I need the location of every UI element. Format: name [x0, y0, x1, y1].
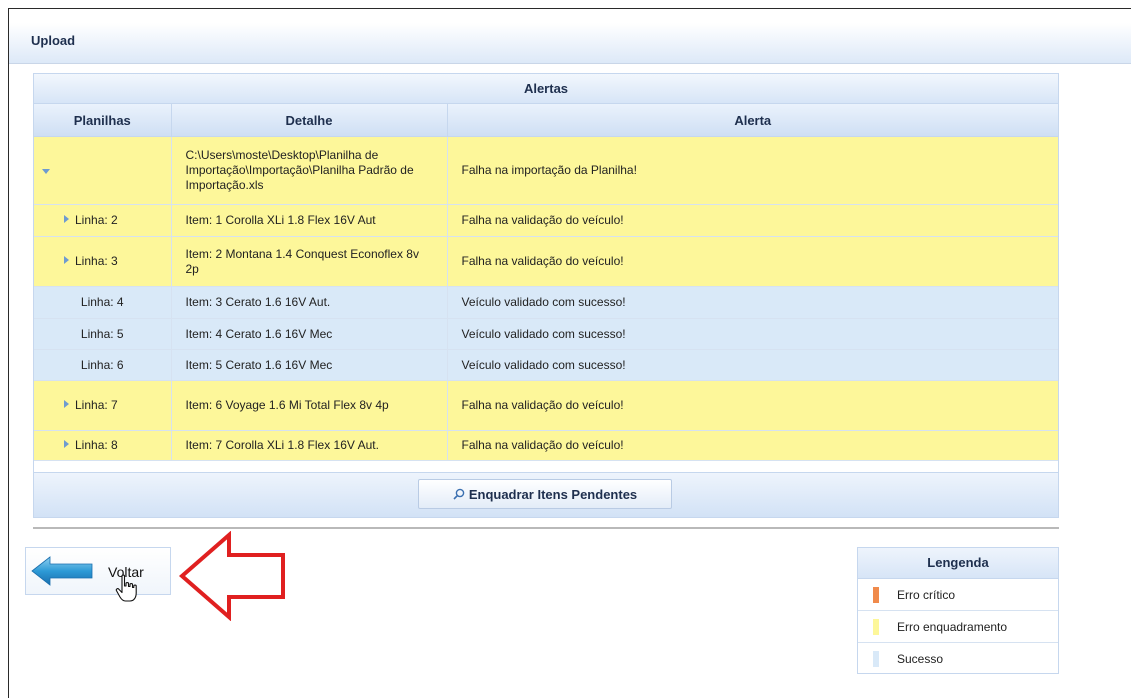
legend-item-label: Sucesso — [897, 651, 944, 666]
chevron-right-icon[interactable] — [64, 215, 69, 223]
cell-detail: Item: 4 Cerato 1.6 16V Mec — [171, 318, 448, 350]
cell-alert: Falha na validação do veículo! — [447, 430, 1058, 461]
legend-panel: Lengenda Erro crítico Erro enquadramento… — [857, 547, 1059, 674]
cell-sheet-label: Linha: 2 — [75, 213, 118, 227]
cell-sheet: Linha: 5 — [34, 318, 172, 350]
cell-detail: Item: 1 Corolla XLi 1.8 Flex 16V Aut — [171, 204, 448, 237]
cell-detail: Item: 7 Corolla XLi 1.8 Flex 16V Aut. — [171, 430, 448, 461]
search-icon — [453, 488, 465, 500]
enquadrar-button-label: Enquadrar Itens Pendentes — [468, 486, 638, 502]
legend-swatch-enquadramento — [873, 618, 879, 635]
table-row[interactable]: Linha: 4 Item: 3 Cerato 1.6 16V Aut. Veí… — [34, 286, 1058, 319]
back-arrow-icon — [31, 556, 93, 586]
row-expand-toggle[interactable] — [34, 136, 172, 205]
cell-alert: Falha na validação do veículo! — [447, 204, 1058, 237]
cell-sheet[interactable]: Linha: 3 — [34, 236, 172, 287]
cell-alert: Falha na validação do veículo! — [447, 236, 1058, 287]
header-bar — [9, 23, 1131, 64]
cell-alert: Veículo validado com sucesso! — [447, 349, 1058, 381]
legend-item: Sucesso — [858, 643, 1058, 674]
legend-title: Lengenda — [858, 548, 1058, 579]
legend-swatch-sucesso — [873, 650, 879, 667]
alerts-table: Planilhas Detalhe Alerta C:\Users\moste\… — [34, 104, 1058, 461]
cell-alert: Falha na importação da Planilha! — [447, 136, 1058, 205]
table-row[interactable]: C:\Users\moste\Desktop\Planilha de Impor… — [34, 136, 1058, 205]
cell-sheet-label: Linha: 8 — [75, 438, 118, 452]
cell-detail: Item: 6 Voyage 1.6 Mi Total Flex 8v 4p — [171, 380, 448, 431]
cell-detail: Item: 3 Cerato 1.6 16V Aut. — [171, 286, 448, 319]
cell-sheet[interactable]: Linha: 8 — [34, 430, 172, 461]
chevron-right-icon[interactable] — [64, 256, 69, 264]
cell-detail: Item: 2 Montana 1.4 Conquest Econoflex 8… — [171, 236, 448, 287]
legend-item-label: Erro crítico — [897, 587, 956, 602]
column-header-planilhas[interactable]: Planilhas — [34, 104, 172, 137]
table-row[interactable]: Linha: 7 Item: 6 Voyage 1.6 Mi Total Fle… — [34, 380, 1058, 431]
table-row[interactable]: Linha: 5 Item: 4 Cerato 1.6 16V Mec Veíc… — [34, 318, 1058, 350]
legend-item-label: Erro enquadramento — [897, 619, 1008, 634]
table-row[interactable]: Linha: 6 Item: 5 Cerato 1.6 16V Mec Veíc… — [34, 349, 1058, 381]
chevron-right-icon[interactable] — [64, 440, 69, 448]
app-window: Upload Alertas Planilhas Detalhe Alerta — [8, 8, 1131, 698]
cell-detail: C:\Users\moste\Desktop\Planilha de Impor… — [171, 136, 448, 205]
column-header-alerta[interactable]: Alerta — [447, 104, 1058, 137]
table-row[interactable]: Linha: 2 Item: 1 Corolla XLi 1.8 Flex 16… — [34, 204, 1058, 237]
table-row[interactable]: Linha: 8 Item: 7 Corolla XLi 1.8 Flex 16… — [34, 430, 1058, 461]
cell-detail: Item: 5 Cerato 1.6 16V Mec — [171, 349, 448, 381]
cell-sheet: Linha: 6 — [34, 349, 172, 381]
chevron-right-icon[interactable] — [64, 400, 69, 408]
annotation-arrow-icon — [178, 531, 285, 621]
cell-alert: Veículo validado com sucesso! — [447, 286, 1058, 319]
cell-alert: Falha na validação do veículo! — [447, 380, 1058, 431]
alerts-panel-footer: Enquadrar Itens Pendentes — [34, 472, 1058, 517]
legend-swatch-critical — [873, 586, 879, 603]
chevron-down-icon[interactable] — [42, 169, 50, 174]
cell-sheet[interactable]: Linha: 7 — [34, 380, 172, 431]
column-header-detalhe[interactable]: Detalhe — [171, 104, 448, 137]
cell-sheet: Linha: 4 — [34, 286, 172, 319]
voltar-button[interactable]: Voltar — [25, 547, 171, 602]
section-divider — [33, 527, 1059, 529]
alerts-panel: Alertas Planilhas Detalhe Alerta C:\User… — [33, 73, 1059, 518]
cell-alert: Veículo validado com sucesso! — [447, 318, 1058, 350]
legend-item: Erro enquadramento — [858, 611, 1058, 643]
hand-cursor-icon — [115, 574, 137, 602]
enquadrar-itens-pendentes-button[interactable]: Enquadrar Itens Pendentes — [418, 479, 672, 509]
alerts-panel-title: Alertas — [34, 74, 1058, 104]
cell-sheet[interactable]: Linha: 2 — [34, 204, 172, 237]
cell-sheet-label: Linha: 3 — [75, 254, 118, 268]
legend-item: Erro crítico — [858, 579, 1058, 611]
table-header-row: Planilhas Detalhe Alerta — [34, 104, 1058, 137]
cell-sheet-label: Linha: 7 — [75, 398, 118, 412]
table-row[interactable]: Linha: 3 Item: 2 Montana 1.4 Conquest Ec… — [34, 236, 1058, 287]
page-title: Upload — [31, 33, 76, 48]
